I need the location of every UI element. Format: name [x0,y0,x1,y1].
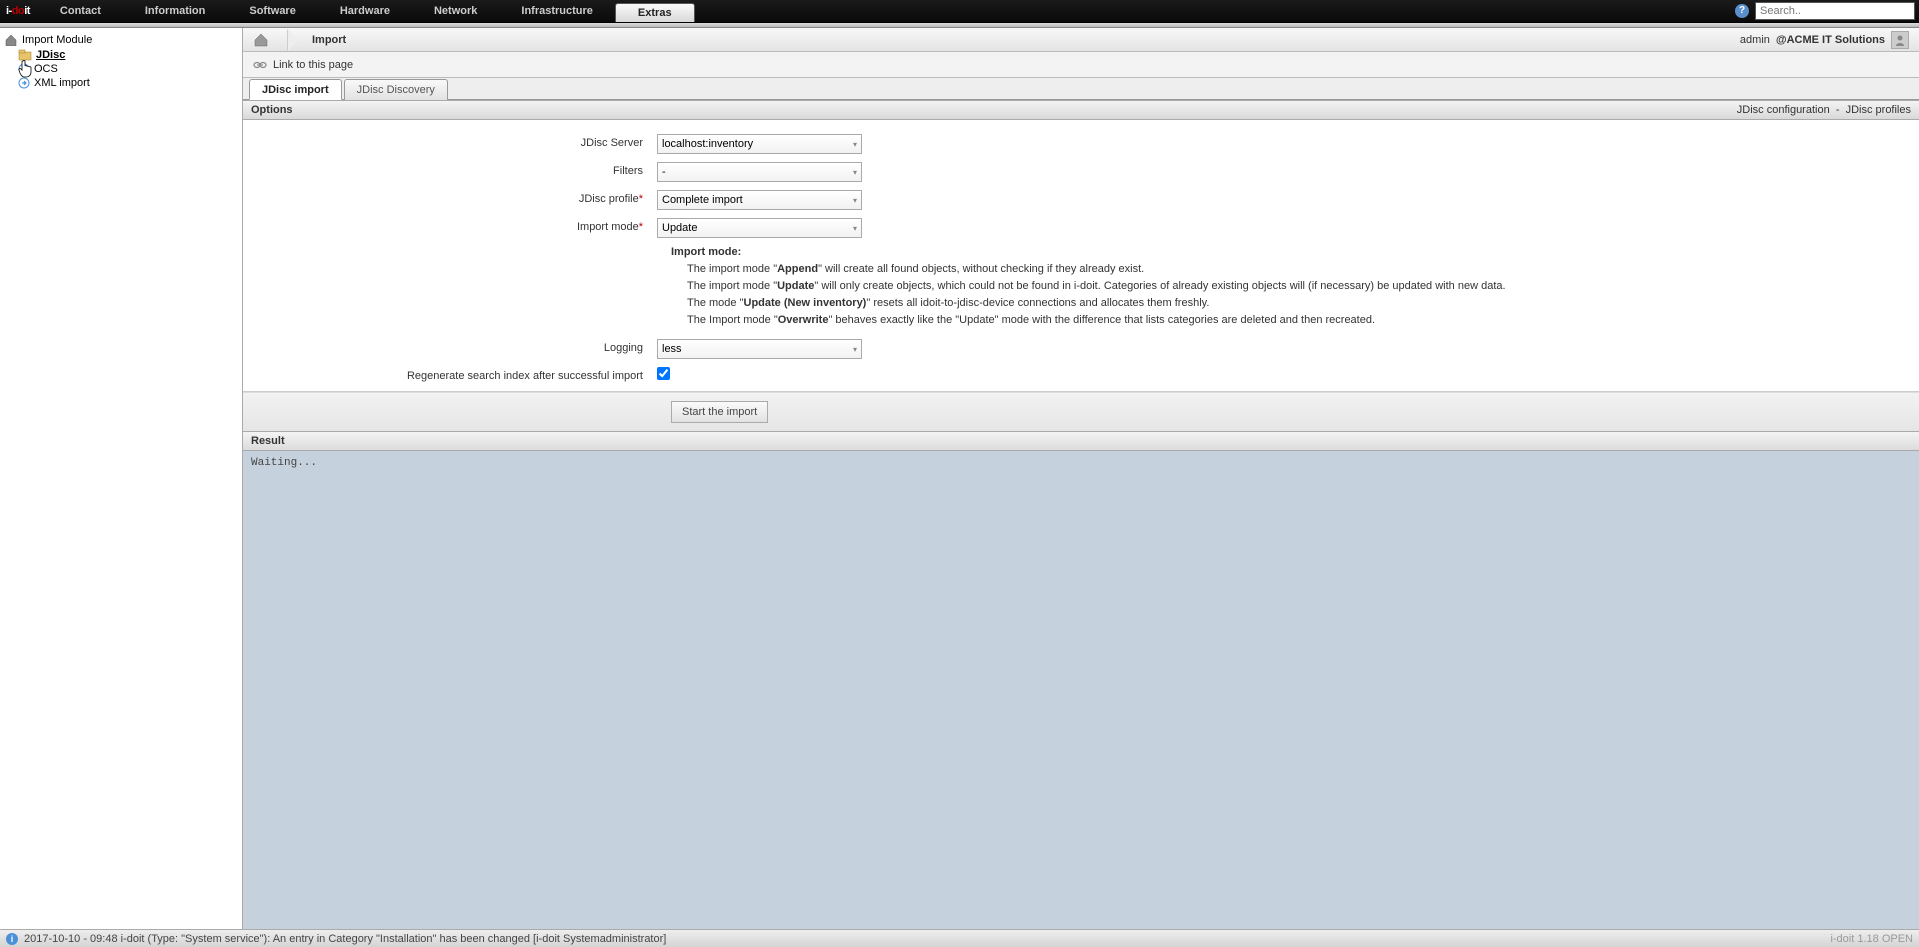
info-icon: i [6,933,18,945]
label-profile: JDisc profile* [243,190,657,205]
button-row: Start the import [243,392,1919,431]
chevron-down-icon: ▾ [853,140,857,149]
sidebar-root-label: Import Module [22,34,92,46]
breadcrumb: Import admin @ACME IT Solutions [243,28,1919,52]
options-form: JDisc Server localhost:inventory ▾ Filte… [243,120,1919,392]
statusbar: i 2017-10-10 - 09:48 i-doit (Type: "Syst… [0,929,1919,947]
options-title: Options [251,104,293,116]
result-header: Result [243,431,1919,451]
logo[interactable]: i-doit [0,5,38,17]
chevron-down-icon: ▾ [853,345,857,354]
user-icon [1894,34,1906,46]
help-icon[interactable]: ? [1735,4,1749,18]
breadcrumb-tenant: @ACME IT Solutions [1776,34,1885,46]
select-value: Complete import [662,194,743,206]
nav-software[interactable]: Software [227,0,317,22]
select-import-mode[interactable]: Update ▾ [657,218,862,238]
nav-extras[interactable]: Extras [615,3,695,22]
nav-contact[interactable]: Contact [38,0,123,22]
nav-infrastructure[interactable]: Infrastructure [499,0,615,22]
select-logging[interactable]: less ▾ [657,339,862,359]
breadcrumb-page[interactable]: Import [312,34,346,46]
nav-network[interactable]: Network [412,0,499,22]
start-import-button[interactable]: Start the import [671,401,768,423]
breadcrumb-user: admin [1740,34,1770,46]
avatar[interactable] [1891,31,1909,49]
sidebar-item-label: JDisc [36,49,65,61]
sidebar: Import Module JDisc OCS XML import [0,28,243,929]
sidebar-item-ocs[interactable]: OCS [4,62,238,76]
status-text: 2017-10-10 - 09:48 i-doit (Type: "System… [24,933,666,945]
tab-jdisc-discovery[interactable]: JDisc Discovery [344,79,448,100]
select-value: Update [662,222,697,234]
main-nav: Contact Information Software Hardware Ne… [38,0,695,22]
chevron-down-icon: ▾ [853,196,857,205]
folder-icon [18,49,32,61]
label-logging: Logging [243,339,657,354]
label-mode: Import mode* [243,218,657,233]
select-jdisc-server[interactable]: localhost:inventory ▾ [657,134,862,154]
sidebar-item-jdisc[interactable]: JDisc [4,48,238,62]
link-to-page[interactable]: Link to this page [273,59,353,71]
search-input[interactable] [1755,2,1915,20]
tab-jdisc-import[interactable]: JDisc import [249,79,342,100]
select-value: - [662,166,666,178]
sidebar-item-xml[interactable]: XML import [4,76,238,90]
version-label: i-doit 1.18 OPEN [1830,933,1913,945]
linkbar: Link to this page [243,52,1919,78]
label-regenerate: Regenerate search index after successful… [243,367,657,382]
main-panel: Import admin @ACME IT Solutions Link to … [243,28,1919,929]
home-icon[interactable] [253,33,269,47]
nav-hardware[interactable]: Hardware [318,0,412,22]
info-title: Import mode: [671,244,1899,261]
label-server: JDisc Server [243,134,657,149]
top-navigation: i-doit Contact Information Software Hard… [0,0,1919,23]
label-filters: Filters [243,162,657,177]
home-icon [4,34,18,46]
select-filters[interactable]: - ▾ [657,162,862,182]
checkbox-regenerate[interactable] [657,367,670,380]
sidebar-root[interactable]: Import Module [4,32,238,48]
chevron-down-icon: ▾ [853,224,857,233]
import-mode-info: Import mode: The import mode "Append" wi… [243,242,1919,335]
link-icon [253,60,267,70]
arrow-icon [18,63,30,75]
chevron-down-icon: ▾ [853,168,857,177]
arrow-icon [18,77,30,89]
select-value: localhost:inventory [662,138,753,150]
nav-information[interactable]: Information [123,0,228,22]
link-jdisc-profiles[interactable]: JDisc profiles [1846,104,1911,116]
result-body: Waiting... [243,451,1919,929]
tabs: JDisc import JDisc Discovery [243,78,1919,100]
sidebar-item-label: XML import [34,77,90,89]
select-jdisc-profile[interactable]: Complete import ▾ [657,190,862,210]
link-jdisc-config[interactable]: JDisc configuration [1737,104,1830,116]
sidebar-item-label: OCS [34,63,58,75]
options-header: Options JDisc configuration - JDisc prof… [243,100,1919,120]
select-value: less [662,343,682,355]
